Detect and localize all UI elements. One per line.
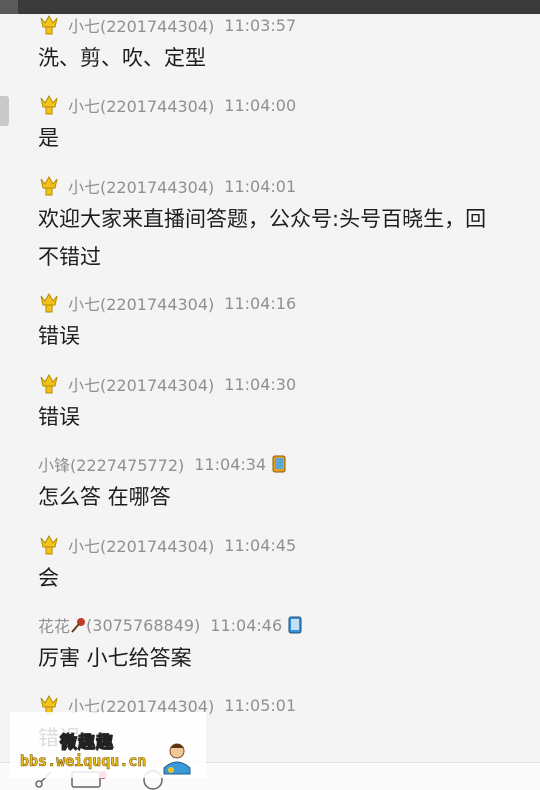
crown-badge-icon	[40, 94, 58, 115]
message-text: 欢迎大家来直播间答题，公众号:头号百晓生，回	[38, 207, 487, 231]
message-text: 错误	[38, 324, 80, 348]
message-time: 11:05:01	[224, 695, 297, 715]
chat-message: 小七(2201744304) 11:04:45 会	[38, 533, 540, 597]
watermark-url: bbs.weiququ.cn	[20, 752, 147, 771]
message-time: 11:04:34	[194, 454, 267, 474]
message-text: 是	[38, 126, 59, 150]
message-header: 小七(2201744304) 11:04:30	[38, 372, 540, 396]
message-time: 11:04:45	[224, 535, 297, 555]
message-header: 小七(2201744304) 11:04:45	[38, 533, 540, 557]
chat-message: 小锋(2227475772) 11:04:34 怎么答 在哪答	[38, 452, 540, 516]
sender-name[interactable]: 小七(2201744304)	[68, 533, 214, 557]
sender-id[interactable]: (3075768849)	[86, 616, 200, 635]
message-time: 11:04:46	[210, 615, 283, 635]
message-header: 小七(2201744304) 11:04:16	[38, 291, 540, 315]
message-time: 11:04:16	[224, 293, 297, 313]
message-header: 小七(2201744304) 11:04:01	[38, 174, 540, 198]
watermark-logo: 微趣趣 bbs.weiququ.cn	[10, 712, 206, 778]
rose-icon	[71, 618, 86, 633]
sender-name[interactable]: 小锋(2227475772)	[38, 452, 184, 476]
phone-icon	[288, 616, 302, 634]
crown-badge-icon	[40, 534, 58, 555]
sender-name[interactable]: 小七(2201744304)	[68, 291, 214, 315]
chat-message: 小七(2201744304) 11:03:57 洗、剪、吹、定型	[38, 13, 540, 77]
sender-name[interactable]: 花花	[38, 613, 70, 637]
sender-name[interactable]: 小七(2201744304)	[68, 13, 214, 37]
chat-message: 花花 (3075768849) 11:04:46 厉害 小七给答案	[38, 613, 540, 677]
message-header: 花花 (3075768849) 11:04:46	[38, 613, 540, 637]
message-text: 错误	[38, 405, 80, 429]
message-time: 11:04:30	[224, 374, 297, 394]
message-text: 会	[38, 566, 59, 590]
message-text: 怎么答 在哪答	[38, 485, 171, 509]
sender-name[interactable]: 小七(2201744304)	[68, 93, 214, 117]
chat-message: 小七(2201744304) 11:04:30 错误	[38, 372, 540, 436]
sender-name[interactable]: 小七(2201744304)	[68, 372, 214, 396]
chat-message: 小七(2201744304) 11:04:01 欢迎大家来直播间答题，公众号:头…	[38, 174, 540, 276]
sender-name[interactable]: 小七(2201744304)	[68, 174, 214, 198]
chat-message-list[interactable]: 小七(2201744304) 11:03:57 洗、剪、吹、定型 小七(2201…	[0, 0, 540, 790]
scrollbar-thumb[interactable]	[0, 96, 9, 126]
watermark-title: 微趣趣	[59, 732, 114, 753]
chat-message: 小七(2201744304) 11:04:16 错误	[38, 291, 540, 355]
message-time: 11:03:57	[224, 15, 297, 35]
message-header: 小锋(2227475772) 11:04:34	[38, 452, 540, 476]
crown-badge-icon	[40, 373, 58, 394]
message-text-continued: 不错过	[38, 245, 101, 269]
message-header: 小七(2201744304) 11:03:57	[38, 13, 540, 37]
message-time: 11:04:00	[224, 95, 297, 115]
chat-message: 小七(2201744304) 11:04:00 是	[38, 93, 540, 157]
message-time: 11:04:01	[224, 176, 297, 196]
message-header: 小七(2201744304) 11:04:00	[38, 93, 540, 117]
phone-icon	[272, 455, 286, 473]
message-text: 厉害 小七给答案	[38, 646, 192, 670]
crown-badge-icon	[40, 14, 58, 35]
message-text: 洗、剪、吹、定型	[38, 46, 206, 70]
mascot-icon	[163, 743, 191, 775]
crown-badge-icon	[40, 292, 58, 313]
crown-badge-icon	[40, 175, 58, 196]
